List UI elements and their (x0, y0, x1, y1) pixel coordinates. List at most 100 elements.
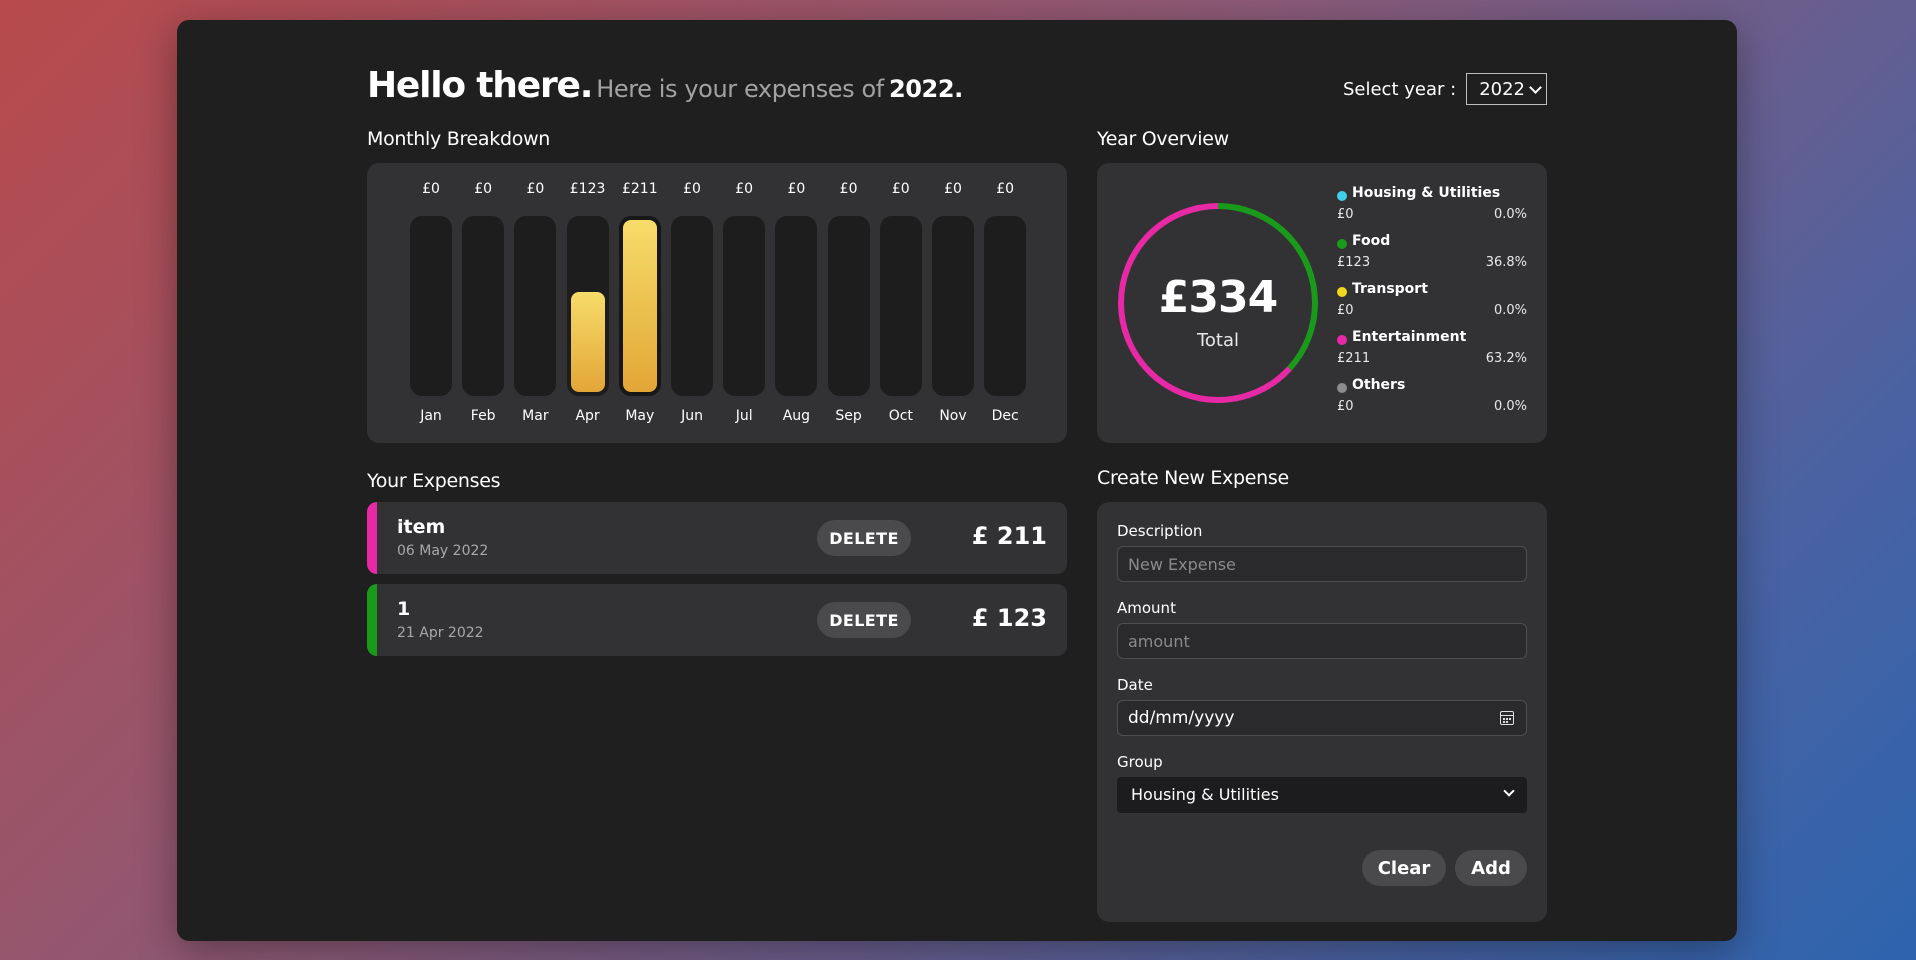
month-column-mar: £0 Mar (514, 163, 557, 443)
expense-title: 1 (397, 598, 411, 620)
month-bar-track (723, 216, 766, 396)
legend-dot-icon (1337, 239, 1347, 249)
month-label: Dec (991, 408, 1019, 424)
your-expenses-title: Your Expenses (367, 470, 501, 492)
expense-amount: £ 123 (971, 604, 1047, 632)
monthly-breakdown-title: Monthly Breakdown (367, 128, 551, 150)
create-expense-title: Create New Expense (1097, 467, 1289, 489)
month-column-nov: £0 Nov (932, 163, 974, 443)
month-column-oct: £0 Oct (879, 163, 922, 443)
date-placeholder: dd/mm/yyyy (1128, 708, 1235, 728)
legend-item-housing-utilities: Housing & Utilities £0 0.0% (1337, 185, 1527, 233)
legend-dot-icon (1337, 191, 1347, 201)
legend-amount: £0 (1337, 207, 1354, 222)
legend-dot-icon (1337, 287, 1347, 297)
month-column-jun: £0 Jun (671, 163, 713, 443)
description-input[interactable]: New Expense (1117, 546, 1527, 582)
expense-group-color-bar (367, 502, 377, 574)
month-value-label: £0 (996, 181, 1015, 197)
month-bar-track (932, 216, 974, 396)
month-column-aug: £0 Aug (775, 163, 818, 443)
expense-amount: £ 211 (971, 522, 1047, 550)
month-column-dec: £0 Dec (984, 163, 1027, 443)
amount-label: Amount (1117, 599, 1176, 617)
legend-amount: £0 (1337, 303, 1354, 318)
month-bar (570, 291, 605, 392)
month-bar-track (566, 216, 609, 396)
month-bar-track (827, 216, 870, 396)
donut-total-value: £334 (1158, 272, 1278, 323)
legend-name: Housing & Utilities (1352, 185, 1501, 201)
date-input[interactable]: dd/mm/yyyy (1117, 700, 1527, 736)
month-column-jan: £0 Jan (410, 163, 452, 443)
app-window: Hello there. Here is your expenses of 202… (177, 20, 1737, 941)
month-bar-track (671, 216, 713, 396)
amount-placeholder: amount (1128, 632, 1190, 651)
legend: Housing & Utilities £0 0.0% Food £123 36.8% Tr… (1337, 185, 1527, 425)
legend-dot-icon (1337, 335, 1347, 345)
legend-name: Others (1352, 377, 1406, 393)
month-column-jul: £0 Jul (723, 163, 766, 443)
legend-percent: 0.0% (1493, 303, 1527, 318)
dashboard: Hello there. Here is your expenses of 202… (367, 20, 1547, 941)
month-column-feb: £0 Feb (462, 163, 505, 443)
year-overview-title: Year Overview (1097, 128, 1229, 150)
legend-name: Entertainment (1352, 329, 1467, 345)
expense-date: 21 Apr 2022 (397, 625, 484, 641)
legend-amount: £123 (1337, 255, 1371, 270)
expense-title: item (397, 516, 446, 538)
year-overview-card: £334 Total Housing & Utilities £0 0.0% Food… (1097, 163, 1547, 443)
legend-dot-icon (1337, 383, 1347, 393)
expense-group-color-bar (367, 584, 377, 656)
month-bar-track (984, 216, 1027, 396)
month-bar-track (410, 216, 452, 396)
greeting: Hello there. Here is your expenses of 202… (367, 65, 963, 106)
expense-row: item 06 May 2022 DELETE £ 211 (367, 502, 1067, 574)
legend-percent: 63.2% (1485, 351, 1527, 366)
greeting-subtitle: Here is your expenses of (596, 75, 884, 103)
month-column-sep: £0 Sep (827, 163, 870, 443)
group-select[interactable]: Housing & Utilities (1117, 777, 1527, 813)
legend-item-entertainment: Entertainment £211 63.2% (1337, 329, 1527, 377)
select-year-label: Select year : (1342, 78, 1457, 100)
month-column-may: £211 May (618, 163, 661, 443)
month-bar-track (775, 216, 818, 396)
year-select-value: 2022 (1479, 78, 1525, 100)
legend-amount: £0 (1337, 399, 1354, 414)
legend-item-food: Food £123 36.8% (1337, 233, 1527, 281)
group-select-value: Housing & Utilities (1131, 785, 1279, 804)
donut-total-label: Total (1196, 330, 1240, 351)
group-label: Group (1117, 753, 1163, 771)
legend-amount: £211 (1337, 351, 1371, 366)
date-label: Date (1117, 676, 1153, 694)
month-bar-track (514, 216, 557, 396)
clear-button[interactable]: Clear (1362, 850, 1446, 886)
delete-button[interactable]: DELETE (817, 520, 911, 556)
legend-percent: 0.0% (1493, 399, 1527, 414)
delete-button[interactable]: DELETE (817, 602, 911, 638)
description-placeholder: New Expense (1128, 555, 1236, 574)
legend-percent: 0.0% (1493, 207, 1527, 222)
year-select[interactable]: 2022 (1466, 73, 1547, 105)
legend-name: Food (1352, 233, 1391, 249)
chevron-down-icon (1503, 785, 1515, 797)
donut-chart: £334 Total (1115, 200, 1321, 406)
amount-input[interactable]: amount (1117, 623, 1527, 659)
month-bar (622, 220, 657, 392)
year-selector: Select year : 2022 (1343, 73, 1547, 105)
expense-row: 1 21 Apr 2022 DELETE £ 123 (367, 584, 1067, 656)
greeting-hello: Hello there. (367, 65, 593, 106)
month-column-apr: £123 Apr (566, 163, 609, 443)
legend-percent: 36.8% (1485, 255, 1527, 270)
month-bar-track (462, 216, 505, 396)
month-bar-track (618, 216, 661, 396)
legend-item-others: Others £0 0.0% (1337, 377, 1527, 425)
month-bar-track (879, 216, 922, 396)
legend-item-transport: Transport £0 0.0% (1337, 281, 1527, 329)
calendar-icon[interactable] (1500, 711, 1514, 725)
add-button[interactable]: Add (1455, 850, 1527, 886)
legend-name: Transport (1352, 281, 1428, 297)
greeting-year: 2022. (888, 75, 963, 103)
expense-date: 06 May 2022 (397, 543, 489, 559)
description-label: Description (1117, 522, 1203, 540)
